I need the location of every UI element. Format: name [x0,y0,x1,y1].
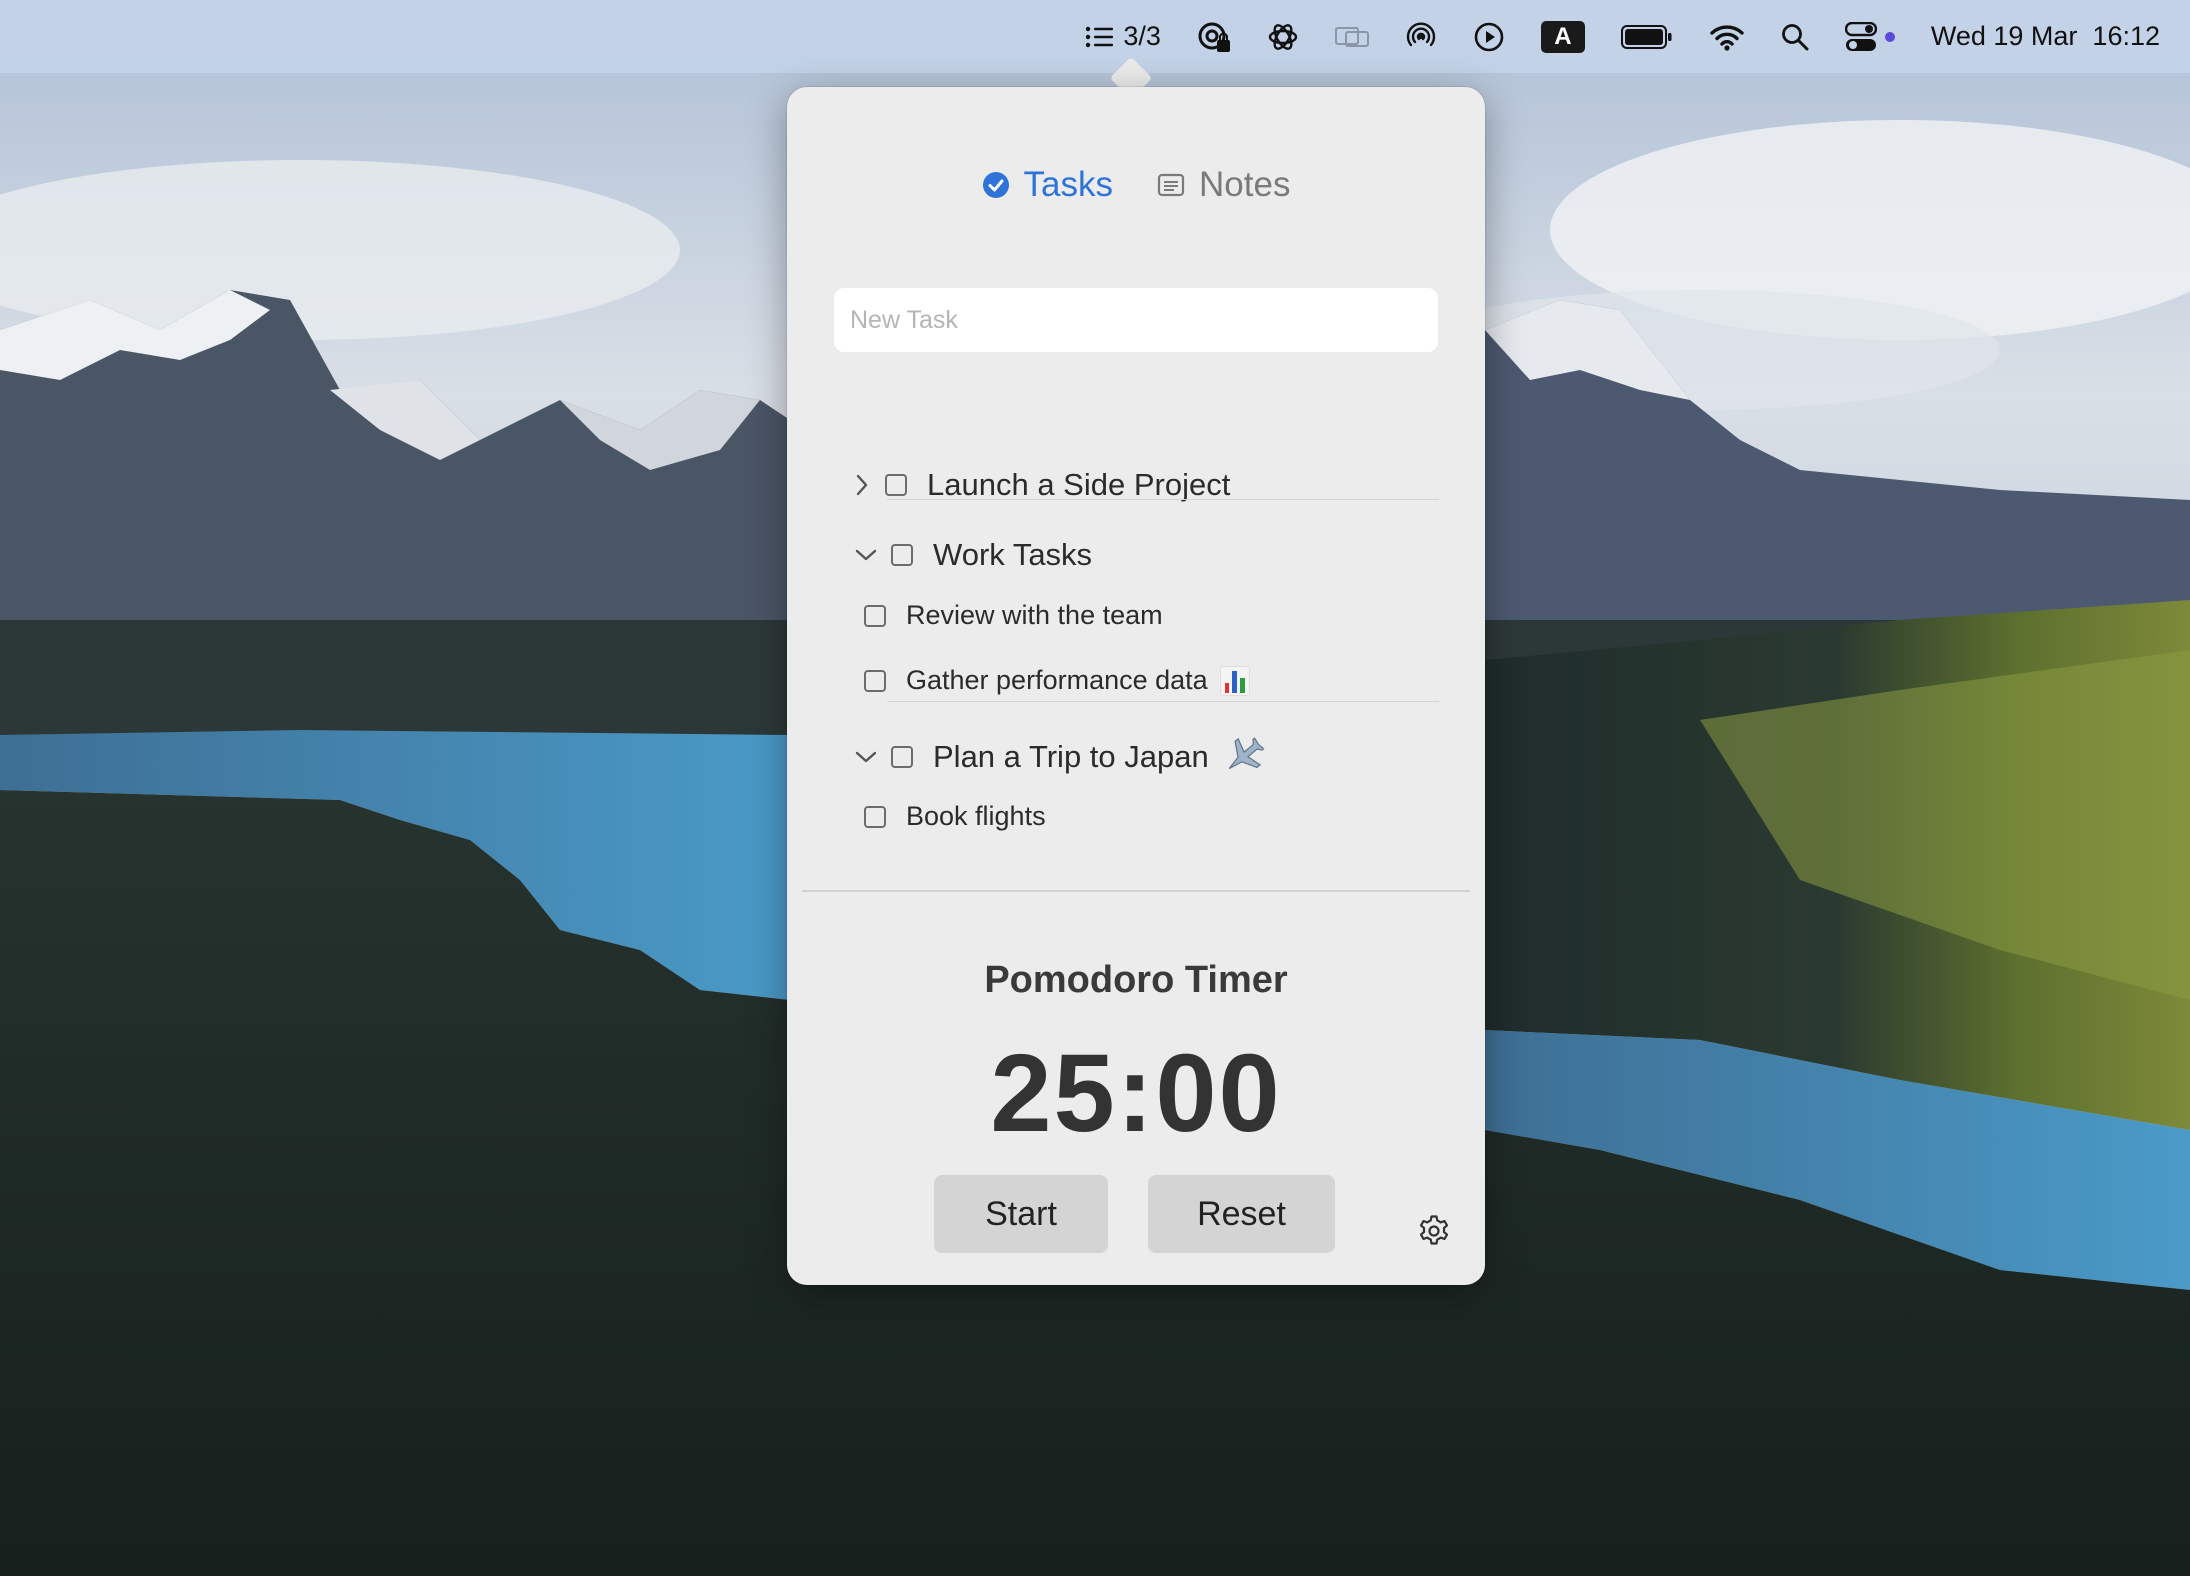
task-checkbox[interactable] [891,544,913,566]
battery-icon [1620,24,1673,50]
media-menubar-item[interactable] [1473,0,1505,73]
password-menubar-item[interactable] [1197,0,1231,73]
menubar-datetime: Wed 19 Mar 16:12 [1930,21,2160,51]
battery-menubar-item[interactable] [1620,0,1673,73]
search-icon [1781,23,1809,51]
tasks-popover: Tasks Notes Launch a Side Project Work T… [787,87,1485,1285]
airplane-icon [1221,737,1265,777]
task-count: 3/3 [1123,21,1161,51]
task-title[interactable]: Work Tasks [933,537,1092,573]
disclosure-chevron-down-icon[interactable] [851,540,881,570]
spotlight-menubar-item[interactable] [1781,0,1809,73]
subtask-title[interactable]: Book flights [906,801,1046,832]
section-divider [802,890,1470,892]
airdrop-menubar-item[interactable] [1405,0,1437,73]
tab-notes[interactable]: Notes [1157,165,1290,205]
airdrop-icon [1405,21,1437,53]
tab-notes-label: Notes [1199,165,1291,204]
display-icon [1334,24,1369,50]
timer-title: Pomodoro Timer [984,959,1288,1001]
task-row: Work Tasks [851,537,1092,573]
play-circle-icon [1473,21,1505,53]
note-icon [1157,173,1185,197]
task-row: Plan a Trip to Japan [851,737,1265,777]
subtask-row: Gather performance data [864,665,1250,696]
tab-tasks-label: Tasks [1023,165,1114,204]
new-task-input[interactable] [834,288,1438,352]
tasks-menubar-item[interactable]: 3/3 [1085,0,1161,73]
wifi-menubar-item[interactable] [1709,0,1745,73]
task-checkbox[interactable] [891,746,913,768]
gear-icon[interactable] [1414,1211,1454,1251]
subtask-checkbox[interactable] [864,604,886,627]
task-title[interactable]: Plan a Trip to Japan [933,739,1209,775]
tab-bar: Tasks Notes [787,165,1485,205]
timer-display: 25:00 [990,1032,1282,1155]
password-lock-icon [1197,20,1231,54]
subtask-row: Review with the team [864,600,1163,631]
start-button[interactable]: Start [934,1175,1108,1253]
subtask-title[interactable]: Gather performance data [906,665,1208,696]
input-source-menubar-item[interactable]: A [1540,0,1585,73]
clock-menubar-item[interactable]: Wed 19 Mar 16:12 [1931,0,2160,73]
chatgpt-icon [1267,21,1299,53]
checkmark-circle-icon [982,171,1010,199]
control-center-menubar-item[interactable] [1844,0,1895,73]
input-source-icon: A [1540,20,1585,53]
list-icon [1085,26,1114,48]
subtask-checkbox[interactable] [864,669,886,692]
disclosure-chevron-down-icon[interactable] [851,742,881,772]
chatgpt-menubar-item[interactable] [1267,0,1299,73]
task-row: Launch a Side Project [847,467,1230,503]
subtask-checkbox[interactable] [864,805,886,828]
menu-bar: 3/3 A Wed 19 Mar 16:12 [0,0,2190,73]
display-menubar-item[interactable] [1334,0,1369,73]
subtask-row: Book flights [864,801,1046,832]
control-center-icon [1844,21,1877,52]
disclosure-chevron-right-icon[interactable] [847,470,877,500]
task-separator [887,701,1439,702]
tab-tasks[interactable]: Tasks [982,165,1113,205]
task-separator [887,499,1439,500]
task-checkbox[interactable] [885,474,907,496]
recording-indicator-icon [1884,31,1895,42]
reset-button[interactable]: Reset [1148,1175,1335,1253]
task-title[interactable]: Launch a Side Project [927,467,1230,503]
subtask-title[interactable]: Review with the team [906,600,1163,631]
bar-chart-icon [1219,665,1250,696]
wifi-icon [1709,23,1745,51]
